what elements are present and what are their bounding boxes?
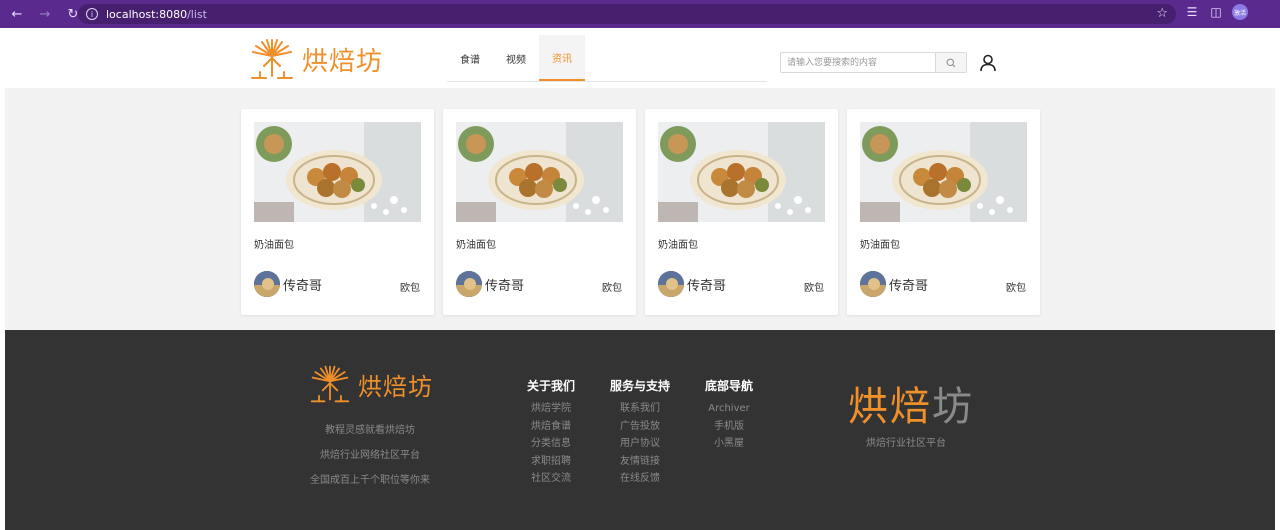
tree-logo-icon xyxy=(310,365,350,403)
author-name: 传奇哥 xyxy=(485,278,525,294)
bread-photo xyxy=(658,122,825,222)
tree-logo-icon xyxy=(251,39,293,79)
footer-column-support: 服务与支持 联系我们 广告投放 用户协议 友情链接 在线反馈 xyxy=(608,377,672,488)
back-icon[interactable]: ← xyxy=(6,3,28,25)
address-bar[interactable]: i localhost:8080/list ☆ xyxy=(78,4,1176,24)
nav-tab-recipes[interactable]: 食谱 xyxy=(447,35,493,81)
footer-link[interactable]: 烘焙食谱 xyxy=(525,418,577,436)
footer-column-title: 关于我们 xyxy=(526,379,575,393)
footer-slogan: 烘焙行业网络社区平台 xyxy=(320,450,420,461)
card-title[interactable]: 奶油面包 xyxy=(860,236,900,251)
card-image[interactable] xyxy=(860,122,1027,222)
bread-photo xyxy=(860,122,1027,222)
url-host: localhost:8080 xyxy=(106,7,188,21)
author-avatar[interactable] xyxy=(254,271,280,297)
footer-link[interactable]: 求职招聘 xyxy=(525,453,577,471)
footer-link[interactable]: Archiver xyxy=(703,400,755,418)
footer-slogan: 全国成百上千个职位等你来 xyxy=(310,475,430,486)
site-header: 烘焙坊 食谱 视频 资讯 xyxy=(0,28,1280,88)
author-name: 传奇哥 xyxy=(687,278,727,294)
footer-logo[interactable]: 烘焙坊 xyxy=(306,363,433,405)
card-list: 奶油面包 传奇哥 欧包 奶油面包 传奇哥 欧包 奶油面包 传奇哥 欧包 奶油面包… xyxy=(241,109,1040,315)
footer-column-nav: 底部导航 Archiver 手机版 小黑屋 xyxy=(703,377,755,453)
card-category[interactable]: 欧包 xyxy=(1006,279,1026,294)
media-queue-icon[interactable]: ☰ xyxy=(1184,4,1200,20)
card-image[interactable] xyxy=(658,122,825,222)
footer-link[interactable]: 分类信息 xyxy=(525,435,577,453)
card-image[interactable] xyxy=(456,122,623,222)
forward-icon[interactable]: → xyxy=(34,3,56,25)
bread-photo xyxy=(456,122,623,222)
site-info-icon[interactable]: i xyxy=(86,8,98,20)
big-brand-part-b: 坊 xyxy=(932,384,974,430)
bookmark-star-icon[interactable]: ☆ xyxy=(1156,6,1168,21)
main-nav: 食谱 视频 资讯 xyxy=(447,35,585,81)
footer-link[interactable]: 广告投放 xyxy=(608,418,672,436)
footer-brand-name: 烘焙坊 xyxy=(358,372,433,401)
card-author[interactable]: 传奇哥 xyxy=(456,271,524,297)
user-account-button[interactable] xyxy=(979,54,997,76)
card-image[interactable] xyxy=(254,122,421,222)
profile-avatar[interactable]: 激活 xyxy=(1232,4,1248,20)
brand-name: 烘焙坊 xyxy=(302,46,384,77)
footer-slogan: 教程灵感就看烘焙坊 xyxy=(325,425,415,436)
card-title[interactable]: 奶油面包 xyxy=(658,236,698,251)
card-author[interactable]: 传奇哥 xyxy=(254,271,322,297)
footer-link[interactable]: 社区交流 xyxy=(525,470,577,488)
site-footer: 烘焙坊 教程灵感就看烘焙坊 烘焙行业网络社区平台 全国成百上千个职位等你来 关于… xyxy=(5,330,1275,530)
author-name: 传奇哥 xyxy=(889,278,929,294)
search-icon xyxy=(946,58,956,67)
article-card[interactable]: 奶油面包 传奇哥 欧包 xyxy=(847,109,1040,315)
card-title[interactable]: 奶油面包 xyxy=(456,236,496,251)
search-box xyxy=(780,52,967,73)
nav-divider xyxy=(447,81,767,82)
side-panel-icon[interactable]: ◫ xyxy=(1208,4,1224,20)
footer-column-title: 服务与支持 xyxy=(609,379,670,393)
author-name: 传奇哥 xyxy=(283,278,323,294)
footer-link[interactable]: 联系我们 xyxy=(608,400,672,418)
footer-link[interactable]: 友情链接 xyxy=(608,453,672,471)
search-input[interactable] xyxy=(781,53,935,72)
article-card[interactable]: 奶油面包 传奇哥 欧包 xyxy=(645,109,838,315)
card-author[interactable]: 传奇哥 xyxy=(860,271,928,297)
author-avatar[interactable] xyxy=(860,271,886,297)
bread-photo xyxy=(254,122,421,222)
article-card[interactable]: 奶油面包 传奇哥 欧包 xyxy=(443,109,636,315)
nav-tab-news[interactable]: 资讯 xyxy=(539,35,585,81)
card-author[interactable]: 传奇哥 xyxy=(658,271,726,297)
footer-link[interactable]: 烘焙学院 xyxy=(525,400,577,418)
search-button[interactable] xyxy=(935,53,966,72)
footer-link[interactable]: 在线反馈 xyxy=(608,470,672,488)
user-icon xyxy=(980,54,996,72)
footer-column-title: 底部导航 xyxy=(704,379,753,393)
author-avatar[interactable] xyxy=(658,271,684,297)
nav-tab-videos[interactable]: 视频 xyxy=(493,35,539,81)
brand-logo[interactable]: 烘焙坊 xyxy=(246,36,383,82)
card-category[interactable]: 欧包 xyxy=(400,279,420,294)
footer-big-brand: 烘焙坊 xyxy=(848,374,974,432)
footer-column-about: 关于我们 烘焙学院 烘焙食谱 分类信息 求职招聘 社区交流 xyxy=(525,377,577,488)
footer-link[interactable]: 小黑屋 xyxy=(703,435,755,453)
author-avatar[interactable] xyxy=(456,271,482,297)
big-brand-part-a: 烘焙 xyxy=(848,384,932,430)
content-area: 奶油面包 传奇哥 欧包 奶油面包 传奇哥 欧包 奶油面包 传奇哥 欧包 奶油面包… xyxy=(5,88,1275,330)
article-card[interactable]: 奶油面包 传奇哥 欧包 xyxy=(241,109,434,315)
card-category[interactable]: 欧包 xyxy=(804,279,824,294)
footer-big-subtitle: 烘焙行业社区平台 xyxy=(866,438,946,449)
browser-toolbar: ← → ↻ i localhost:8080/list ☆ ☰ ◫ 激活 xyxy=(0,0,1280,28)
footer-link[interactable]: 手机版 xyxy=(703,418,755,436)
card-category[interactable]: 欧包 xyxy=(602,279,622,294)
url-path: /list xyxy=(187,7,207,21)
footer-link[interactable]: 用户协议 xyxy=(608,435,672,453)
card-title[interactable]: 奶油面包 xyxy=(254,236,294,251)
